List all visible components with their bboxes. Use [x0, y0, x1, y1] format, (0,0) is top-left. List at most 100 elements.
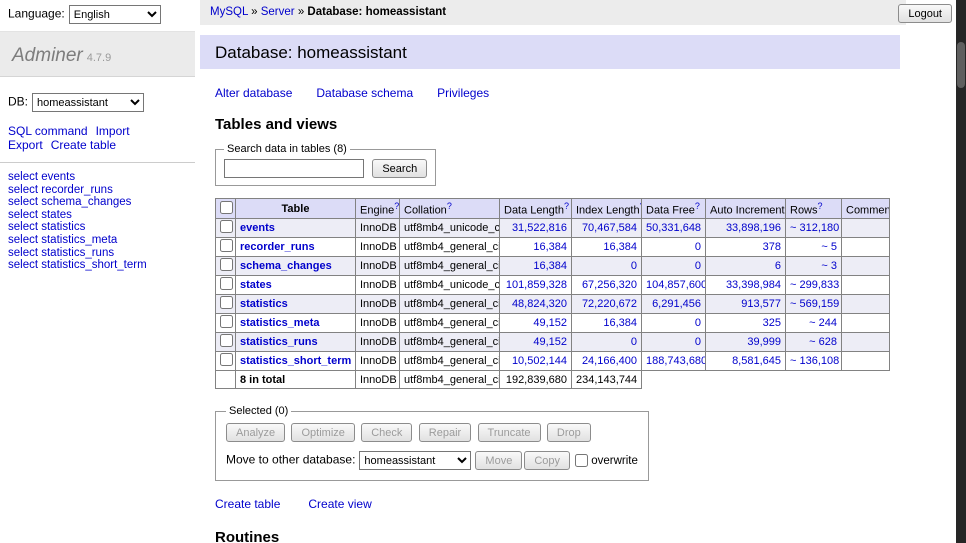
sidebar-item-select-statistics-short-term[interactable]: select statistics_short_term	[8, 259, 195, 272]
select-all-checkbox[interactable]	[220, 201, 233, 214]
scrollbar-thumb[interactable]	[957, 42, 965, 88]
auto-increment-link[interactable]: 33,898,196	[726, 222, 781, 234]
help-link[interactable]: ?	[447, 201, 452, 211]
language-select[interactable]: English	[69, 5, 161, 24]
data-length-link[interactable]: 10,502,144	[512, 355, 567, 367]
action-link-database-schema[interactable]: Database schema	[316, 86, 413, 100]
row-checkbox[interactable]	[220, 239, 233, 252]
sidebar-link-create-table[interactable]: Create table	[51, 138, 116, 152]
rows-link[interactable]: ~ 299,833	[790, 279, 839, 291]
rows-link[interactable]: ~ 569,159	[790, 298, 839, 310]
data-free-link[interactable]: 6,291,456	[652, 298, 701, 310]
index-length-link[interactable]: 0	[631, 336, 637, 348]
rows-link[interactable]: ~ 312,180	[790, 222, 839, 234]
auto-increment-link[interactable]: 8,581,645	[732, 355, 781, 367]
rows-link[interactable]: ~ 3	[821, 260, 837, 272]
table-name-link[interactable]: statistics_short_term	[240, 355, 351, 367]
index-length-link[interactable]: 67,256,320	[582, 279, 637, 291]
data-length-link[interactable]: 16,384	[533, 260, 567, 272]
row-checkbox[interactable]	[220, 258, 233, 271]
data-length-link[interactable]: 101,859,328	[506, 279, 567, 291]
rows-link[interactable]: ~ 5	[821, 241, 837, 253]
truncate-button[interactable]: Truncate	[478, 423, 541, 442]
auto-increment-link[interactable]: 913,577	[741, 298, 781, 310]
analyze-button[interactable]: Analyze	[226, 423, 285, 442]
move-button[interactable]: Move	[475, 451, 522, 470]
auto-increment-link[interactable]: 325	[763, 317, 781, 329]
data-free-link[interactable]: 0	[695, 260, 701, 272]
scrollbar[interactable]	[956, 0, 966, 543]
rows-link[interactable]: ~ 628	[809, 336, 837, 348]
copy-button[interactable]: Copy	[524, 451, 570, 470]
table-name-link[interactable]: statistics_runs	[240, 336, 318, 348]
tables-head-row: TableEngine?Collation?Data Length?Index …	[216, 199, 890, 219]
index-length-link[interactable]: 72,220,672	[582, 298, 637, 310]
data-length-link[interactable]: 49,152	[533, 317, 567, 329]
action-link-privileges[interactable]: Privileges	[437, 86, 489, 100]
sidebar-item-select-events[interactable]: select events	[8, 171, 195, 184]
link-create-table[interactable]: Create table	[215, 497, 280, 511]
help-link[interactable]: ?	[818, 201, 823, 211]
drop-button[interactable]: Drop	[547, 423, 591, 442]
sidebar-item-select-recorder-runs[interactable]: select recorder_runs	[8, 184, 195, 197]
sidebar-link-sql-command[interactable]: SQL command	[8, 124, 88, 138]
sidebar-item-select-states[interactable]: select states	[8, 209, 195, 222]
table-name-link[interactable]: statistics_meta	[240, 317, 320, 329]
optimize-button[interactable]: Optimize	[291, 423, 354, 442]
data-free-link[interactable]: 0	[695, 241, 701, 253]
table-name-link[interactable]: statistics	[240, 298, 288, 310]
move-db-select[interactable]: homeassistant	[359, 451, 471, 470]
table-name-link[interactable]: states	[240, 279, 272, 291]
table-row-recorder-runs: recorder_runsInnoDButf8mb4_general_ci16,…	[216, 238, 890, 257]
sidebar-item-select-statistics[interactable]: select statistics	[8, 221, 195, 234]
index-length-link[interactable]: 16,384	[603, 317, 637, 329]
sidebar-link-import[interactable]: Import	[96, 124, 130, 138]
logout-button[interactable]: Logout	[898, 4, 952, 23]
data-free-link[interactable]: 104,857,600	[646, 279, 706, 291]
data-length-link[interactable]: 16,384	[533, 241, 567, 253]
link-create-view[interactable]: Create view	[308, 497, 371, 511]
data-free-link[interactable]: 0	[695, 317, 701, 329]
db-select[interactable]: homeassistant	[32, 93, 144, 112]
auto-increment-link[interactable]: 39,999	[747, 336, 781, 348]
index-length-link[interactable]: 24,166,400	[582, 355, 637, 367]
auto-increment-link[interactable]: 33,398,984	[726, 279, 781, 291]
sidebar-item-select-statistics-runs[interactable]: select statistics_runs	[8, 247, 195, 260]
repair-button[interactable]: Repair	[419, 423, 471, 442]
row-checkbox[interactable]	[220, 353, 233, 366]
rows-link[interactable]: ~ 136,108	[790, 355, 839, 367]
data-free-link[interactable]: 50,331,648	[646, 222, 701, 234]
table-name-link[interactable]: recorder_runs	[240, 241, 315, 253]
overwrite-checkbox[interactable]	[575, 454, 588, 467]
data-free-link[interactable]: 0	[695, 336, 701, 348]
help-link[interactable]: ?	[695, 201, 700, 211]
index-length-link[interactable]: 70,467,584	[582, 222, 637, 234]
sidebar-item-select-schema-changes[interactable]: select schema_changes	[8, 196, 195, 209]
table-name-link[interactable]: schema_changes	[240, 260, 332, 272]
row-checkbox[interactable]	[220, 296, 233, 309]
search-button[interactable]: Search	[372, 159, 427, 178]
auto-increment-link[interactable]: 6	[775, 260, 781, 272]
data-free-link[interactable]: 188,743,680	[646, 355, 706, 367]
table-name-link[interactable]: events	[240, 222, 275, 234]
data-length-link[interactable]: 49,152	[533, 336, 567, 348]
data-length-link[interactable]: 31,522,816	[512, 222, 567, 234]
data-length-link[interactable]: 48,824,320	[512, 298, 567, 310]
row-checkbox[interactable]	[220, 277, 233, 290]
row-checkbox[interactable]	[220, 334, 233, 347]
action-link-alter-database[interactable]: Alter database	[215, 86, 292, 100]
help-link[interactable]: ?	[394, 201, 399, 211]
help-link[interactable]: ?	[564, 201, 569, 211]
breadcrumb-mysql[interactable]: MySQL	[210, 6, 248, 18]
breadcrumb-server[interactable]: Server	[261, 6, 295, 18]
row-checkbox[interactable]	[220, 220, 233, 233]
index-length-link[interactable]: 0	[631, 260, 637, 272]
row-checkbox[interactable]	[220, 315, 233, 328]
auto-increment-link[interactable]: 378	[763, 241, 781, 253]
search-input[interactable]	[224, 159, 364, 178]
index-length-link[interactable]: 16,384	[603, 241, 637, 253]
rows-link[interactable]: ~ 244	[809, 317, 837, 329]
check-button[interactable]: Check	[361, 423, 412, 442]
sidebar-item-select-statistics-meta[interactable]: select statistics_meta	[8, 234, 195, 247]
sidebar-link-export[interactable]: Export	[8, 138, 43, 152]
